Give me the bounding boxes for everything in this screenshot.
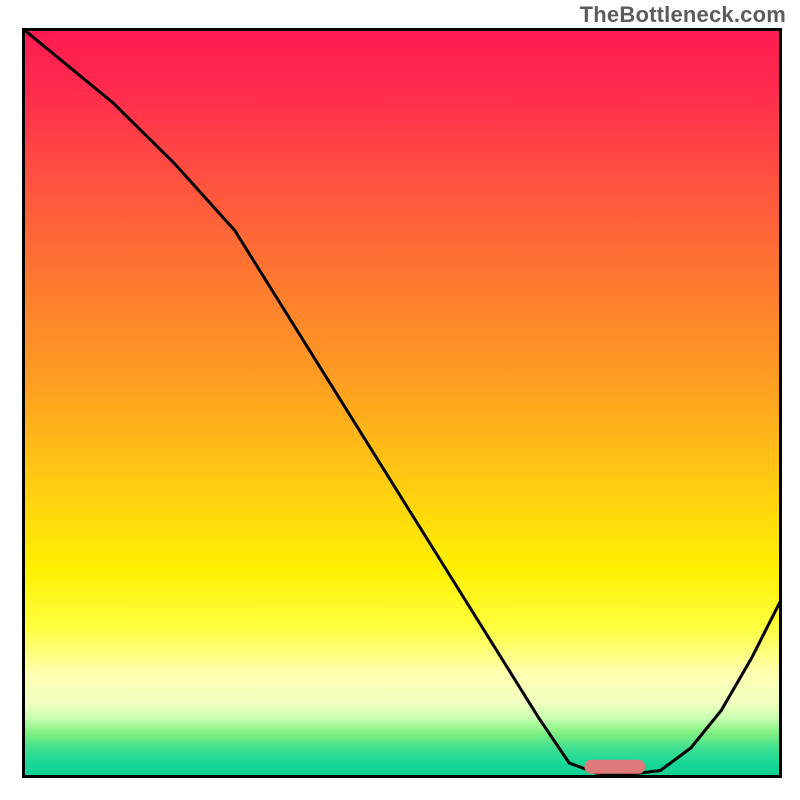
optimal-zone-marker — [584, 760, 645, 774]
chart-container: TheBottleneck.com — [0, 0, 800, 800]
plot-area — [22, 28, 782, 778]
chart-overlay-svg — [22, 28, 782, 778]
bottleneck-curve — [22, 28, 782, 774]
watermark-text: TheBottleneck.com — [580, 2, 786, 28]
